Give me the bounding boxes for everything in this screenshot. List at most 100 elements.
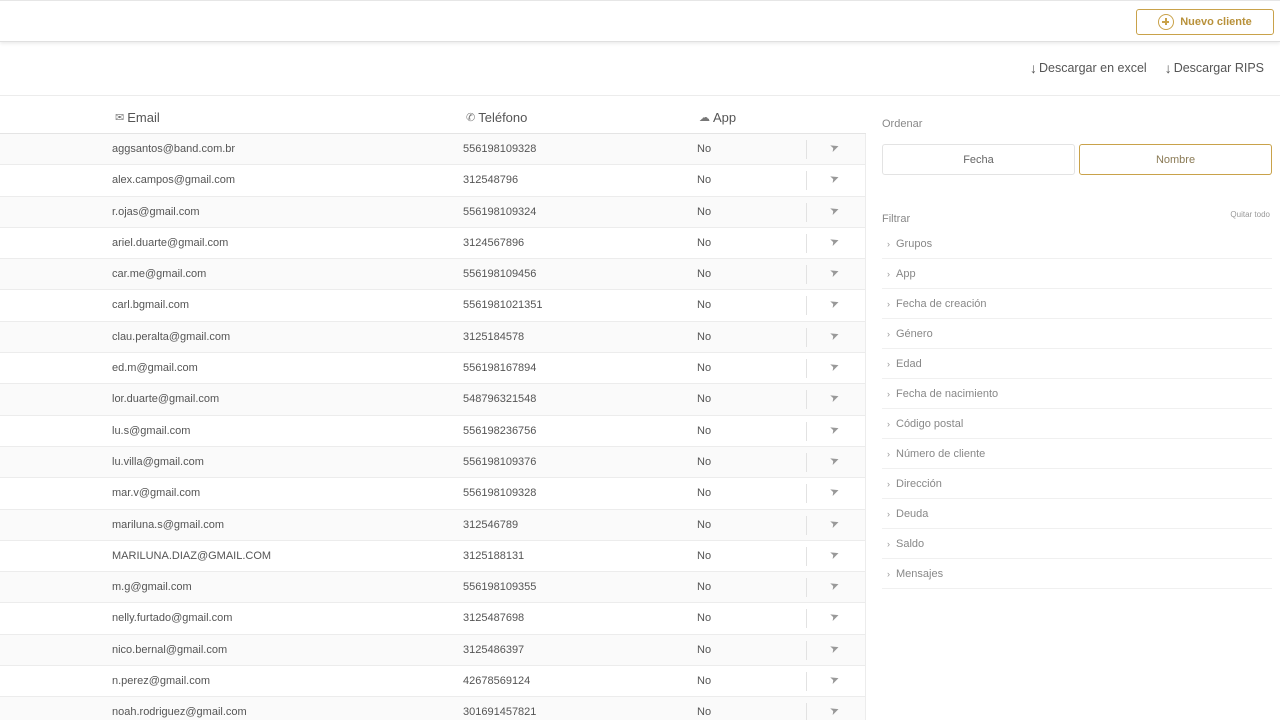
table-row[interactable]: MARILUNA.DIAZ@GMAIL.COM 3125188131 No ➤	[0, 541, 865, 573]
filter-item[interactable]: › App	[882, 259, 1272, 289]
column-header-app[interactable]: ☁ App	[699, 110, 736, 125]
filter-item[interactable]: › Dirección	[882, 469, 1272, 499]
filter-item[interactable]: › Código postal	[882, 409, 1272, 439]
phone-cell: 556198167894	[463, 362, 537, 375]
column-header-email-label: Email	[127, 110, 160, 125]
new-client-button[interactable]: Nuevo cliente	[1136, 9, 1274, 35]
column-divider	[806, 202, 807, 222]
filter-item[interactable]: › Grupos	[882, 229, 1272, 259]
chevron-right-icon: ›	[887, 478, 890, 489]
chevron-right-icon: ›	[887, 388, 890, 399]
email-cell: lu.s@gmail.com	[112, 424, 191, 437]
paper-plane-icon[interactable]: ➤	[828, 578, 841, 593]
phone-cell: 556198109376	[463, 455, 537, 468]
filter-item[interactable]: › Edad	[882, 349, 1272, 379]
paper-plane-icon[interactable]: ➤	[828, 641, 841, 656]
paper-plane-icon[interactable]: ➤	[828, 609, 841, 624]
table-row[interactable]: noah.rodriguez@gmail.com 301691457821 No ➤	[0, 697, 865, 720]
download-rips-button[interactable]: ↓ Descargar RIPS	[1165, 60, 1264, 76]
column-divider	[806, 484, 807, 504]
filter-item[interactable]: › Fecha de creación	[882, 289, 1272, 319]
paper-plane-icon[interactable]: ➤	[828, 202, 841, 217]
email-cell: aggsantos@band.com.br	[112, 143, 236, 155]
paper-plane-icon[interactable]: ➤	[828, 296, 841, 311]
paper-plane-icon[interactable]: ➤	[828, 515, 841, 530]
column-divider	[806, 640, 807, 660]
download-rips-label: Descargar RIPS	[1173, 61, 1264, 75]
table-row[interactable]: alex.campos@gmail.com 312548796 No ➤	[0, 165, 865, 197]
filter-item[interactable]: › Deuda	[882, 499, 1272, 529]
table-row[interactable]: clau.peralta@gmail.com 3125184578 No ➤	[0, 321, 865, 354]
phone-cell: 5561981021351	[463, 299, 543, 312]
column-divider	[806, 515, 807, 535]
clear-all-filters-link[interactable]: Quitar todo	[1230, 210, 1270, 219]
paper-plane-icon[interactable]: ➤	[828, 547, 841, 562]
email-cell: lu.villa@gmail.com	[112, 455, 204, 468]
paper-plane-icon[interactable]: ➤	[828, 484, 841, 499]
paper-plane-icon[interactable]: ➤	[828, 703, 841, 718]
table-row[interactable]: mariluna.s@gmail.com 312546789 No ➤	[0, 509, 865, 541]
filter-item[interactable]: › Número de cliente	[882, 439, 1272, 469]
table-row[interactable]: n.perez@gmail.com 42678569124 No ➤	[0, 666, 865, 698]
email-cell: ariel.duarte@gmail.com	[112, 236, 229, 249]
paper-plane-icon[interactable]: ➤	[828, 140, 841, 155]
email-cell: noah.rodriguez@gmail.com	[112, 706, 247, 719]
app-cell: No	[697, 268, 712, 281]
email-cell: nelly.furtado@gmail.com	[112, 612, 233, 625]
column-header-email[interactable]: ✉ Email	[115, 110, 160, 125]
sort-label: Ordenar	[882, 118, 923, 130]
paper-plane-icon[interactable]: ➤	[828, 453, 841, 468]
table-row[interactable]: car.me@gmail.com 556198109456 No ➤	[0, 259, 865, 291]
paper-plane-icon[interactable]: ➤	[828, 171, 841, 186]
table-row[interactable]: m.g@gmail.com 556198109355 No ➤	[0, 572, 865, 604]
phone-cell: 3124567896	[463, 236, 525, 249]
chevron-right-icon: ›	[887, 418, 890, 429]
phone-cell: 556198109328	[463, 487, 537, 500]
email-cell: MARILUNA.DIAZ@GMAIL.COM	[112, 549, 272, 562]
paper-plane-icon[interactable]: ➤	[828, 672, 841, 687]
app-cell: No	[697, 581, 712, 594]
column-divider	[806, 171, 807, 191]
paper-plane-icon[interactable]: ➤	[828, 234, 841, 249]
table-row[interactable]: lor.duarte@gmail.com 548796321548 No ➤	[0, 384, 865, 416]
table-row[interactable]: r.ojas@gmail.com 556198109324 No ➤	[0, 196, 865, 228]
table-row[interactable]: mar.v@gmail.com 556198109328 No ➤	[0, 478, 865, 510]
filter-item[interactable]: › Mensajes	[882, 559, 1272, 589]
table-row[interactable]: nico.bernal@gmail.com 3125486397 No ➤	[0, 634, 865, 667]
app-cell: No	[697, 236, 712, 249]
column-header-phone-label: Teléfono	[478, 110, 528, 125]
table-row[interactable]: lu.villa@gmail.com 556198109376 No ➤	[0, 446, 865, 479]
filter-item[interactable]: › Saldo	[882, 529, 1272, 559]
paper-plane-icon[interactable]: ➤	[828, 359, 841, 374]
phone-cell: 556198109456	[463, 268, 537, 281]
filter-item[interactable]: › Fecha de nacimiento	[882, 379, 1272, 409]
email-cell: lor.duarte@gmail.com	[112, 393, 220, 406]
column-header-phone[interactable]: ✆ Teléfono	[466, 110, 527, 125]
download-excel-button[interactable]: ↓ Descargar en excel	[1030, 60, 1147, 76]
table-row[interactable]: ariel.duarte@gmail.com 3124567896 No ➤	[0, 228, 865, 260]
phone-cell: 556198236756	[463, 424, 537, 437]
table-row[interactable]: ed.m@gmail.com 556198167894 No ➤	[0, 353, 865, 385]
app-cell: No	[697, 205, 712, 218]
paper-plane-icon[interactable]: ➤	[828, 390, 841, 405]
sort-by-name-button[interactable]: Nombre	[1079, 144, 1272, 175]
sort-by-date-button[interactable]: Fecha	[882, 144, 1075, 175]
app-cell: No	[697, 330, 712, 343]
table-header: ✉ Email ✆ Teléfono ☁ App	[0, 102, 866, 134]
filter-item[interactable]: › Género	[882, 319, 1272, 349]
column-divider	[806, 359, 807, 379]
chevron-right-icon: ›	[887, 358, 890, 369]
column-divider	[806, 546, 807, 566]
table-row[interactable]: nelly.furtado@gmail.com 3125487698 No ➤	[0, 603, 865, 635]
paper-plane-icon[interactable]: ➤	[828, 328, 841, 343]
paper-plane-icon[interactable]: ➤	[828, 421, 841, 436]
filter-label: Filtrar	[882, 213, 911, 225]
table-row[interactable]: aggsantos@band.com.br 556198109328 No ➤	[0, 134, 865, 166]
table-row[interactable]: carl.bgmail.com 5561981021351 No ➤	[0, 290, 865, 322]
paper-plane-icon[interactable]: ➤	[828, 265, 841, 280]
filter-item-label: Mensajes	[896, 567, 944, 580]
app-cell: No	[697, 299, 712, 312]
table-row[interactable]: lu.s@gmail.com 556198236756 No ➤	[0, 416, 865, 447]
filter-item-label: Código postal	[896, 417, 964, 430]
email-cell: mariluna.s@gmail.com	[112, 518, 225, 531]
